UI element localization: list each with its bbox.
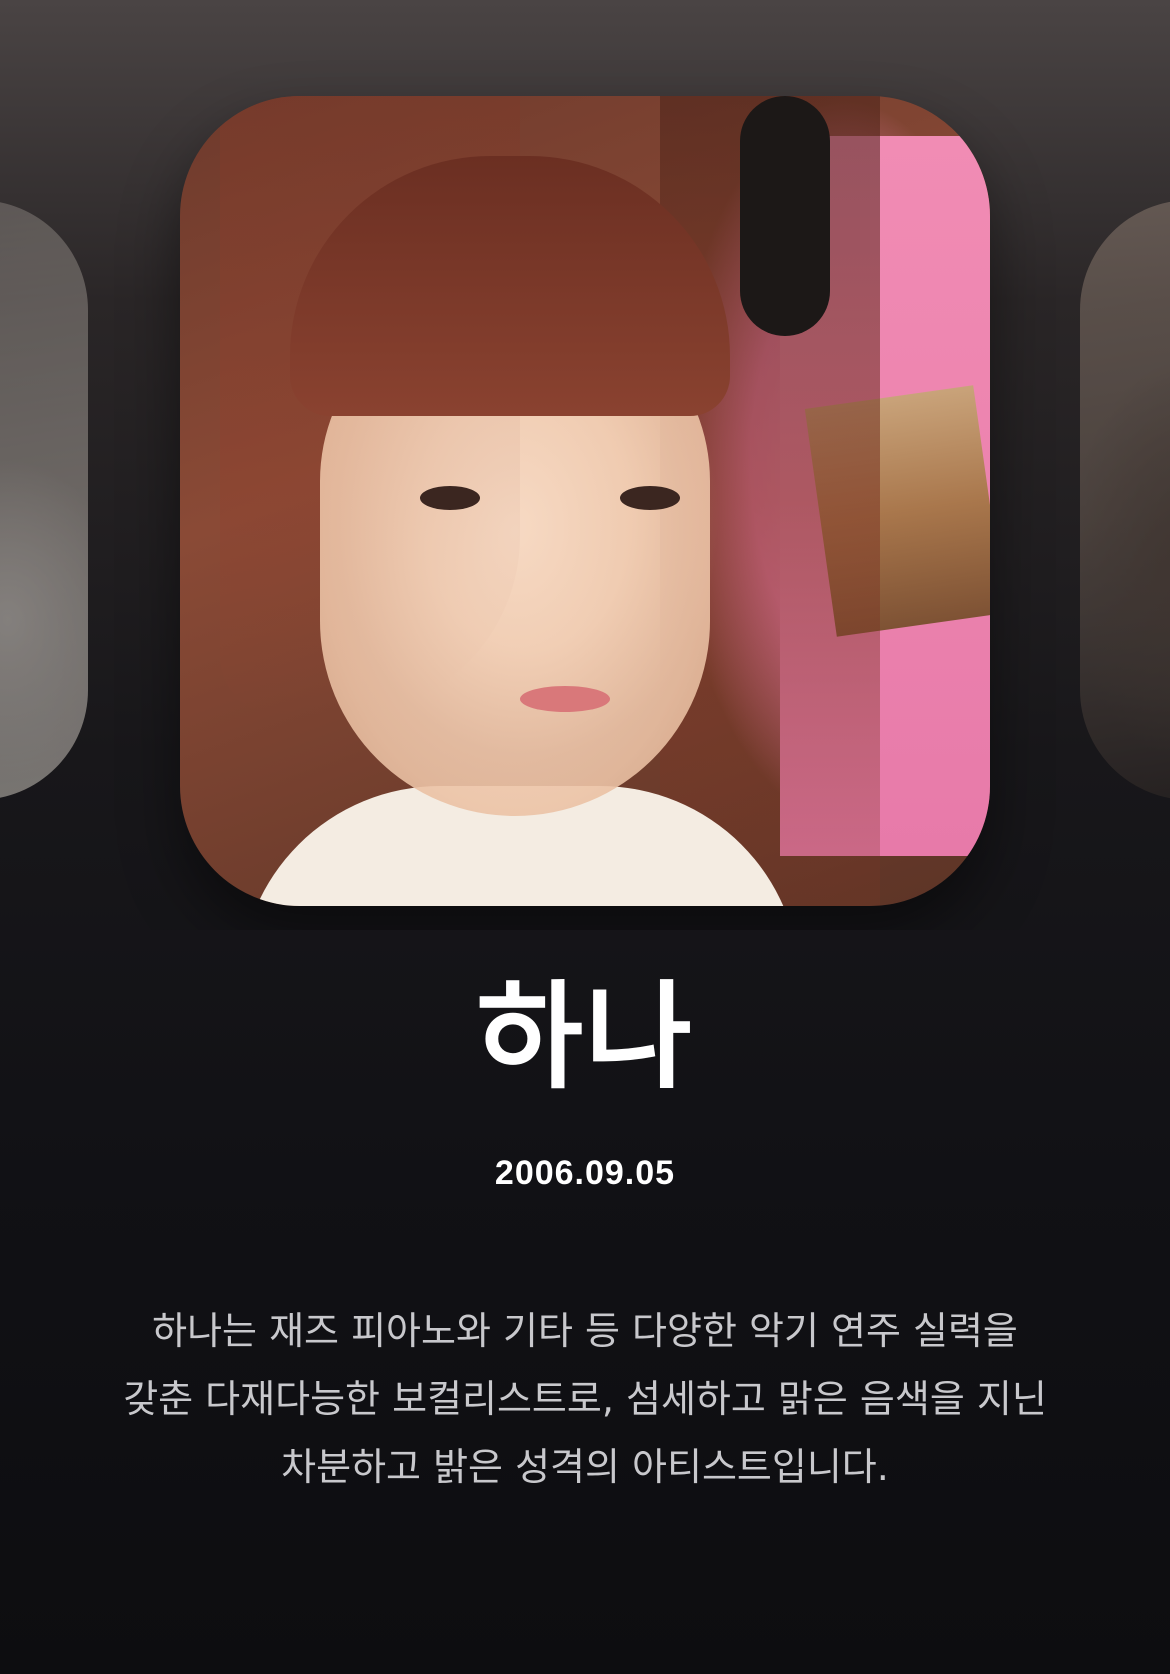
member-birthday: 2006.09.05 — [494, 1154, 676, 1192]
previous-member-photo — [0, 200, 88, 800]
previous-member-card[interactable] — [0, 200, 88, 800]
eye-right — [620, 486, 680, 510]
scrunchie — [740, 96, 830, 336]
eye-left — [420, 486, 480, 510]
member-description: 하나는 재즈 피아노와 기타 등 다양한 악기 연주 실력을 갖춘 다재다능한 … — [123, 1309, 1047, 1489]
lips — [520, 686, 610, 712]
next-member-photo — [1080, 200, 1170, 800]
next-member-card[interactable] — [1080, 200, 1170, 800]
member-carousel[interactable] — [0, 0, 1170, 930]
member-name: 하나 — [476, 970, 694, 1105]
current-member-photo — [180, 96, 990, 906]
current-member-card[interactable] — [180, 96, 990, 906]
